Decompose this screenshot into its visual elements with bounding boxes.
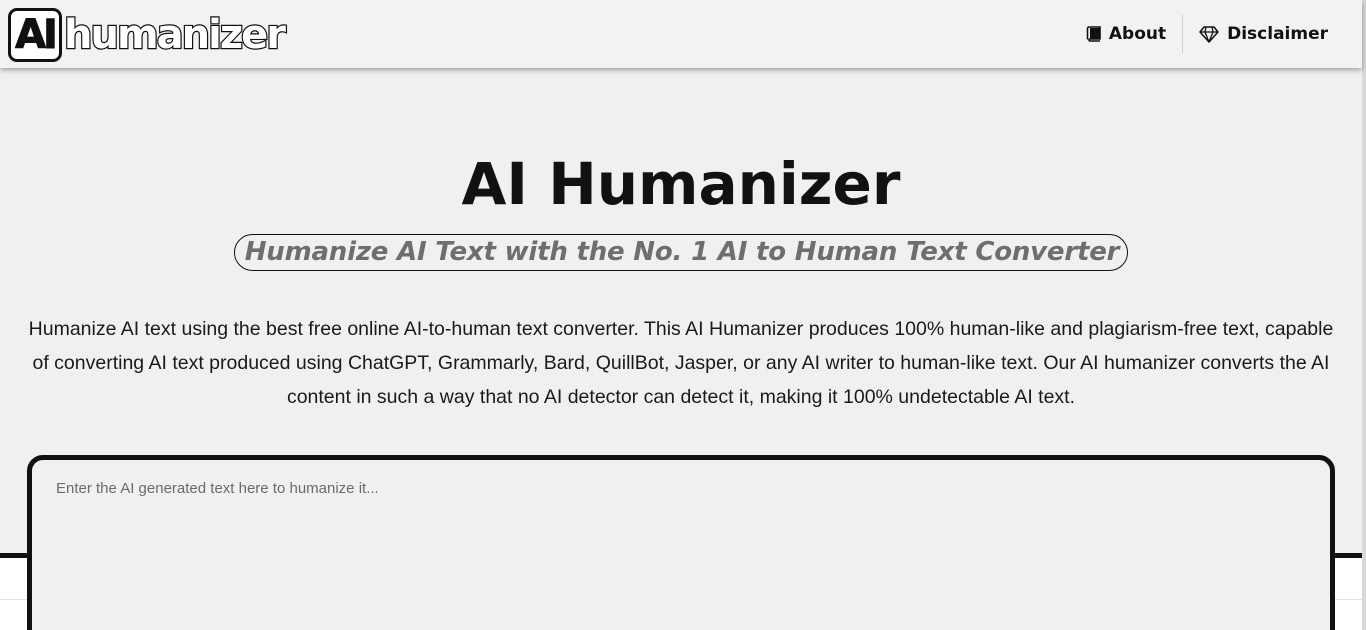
main-nav: About Disclaimer (1070, 15, 1344, 53)
page-description: Humanize AI text using the best free onl… (28, 318, 1334, 408)
nav-about-link[interactable]: About (1070, 24, 1182, 44)
nav-about-label: About (1108, 24, 1167, 44)
ai-text-input-box (27, 455, 1335, 630)
site-header: AI humanizer About Disclaimer (0, 0, 1362, 68)
page-subtitle: Humanize AI Text with the No. 1 AI to Hu… (233, 234, 1129, 271)
diamond-icon (1199, 25, 1219, 43)
site-logo[interactable]: AI humanizer (8, 8, 287, 62)
nav-disclaimer-link[interactable]: Disclaimer (1183, 24, 1344, 44)
page: AI humanizer About Disclaimer AI Humaniz… (0, 0, 1366, 630)
nav-disclaimer-label: Disclaimer (1227, 24, 1328, 44)
subtitle-wrapper: Humanize AI Text with the No. 1 AI to Hu… (0, 234, 1362, 271)
logo-wordmark: humanizer (63, 12, 287, 58)
logo-badge: AI (8, 8, 62, 62)
book-icon (1086, 26, 1101, 42)
page-title: AI Humanizer (461, 150, 901, 218)
page-scrollbar[interactable] (1362, 0, 1366, 630)
ai-text-input[interactable] (32, 460, 1330, 630)
